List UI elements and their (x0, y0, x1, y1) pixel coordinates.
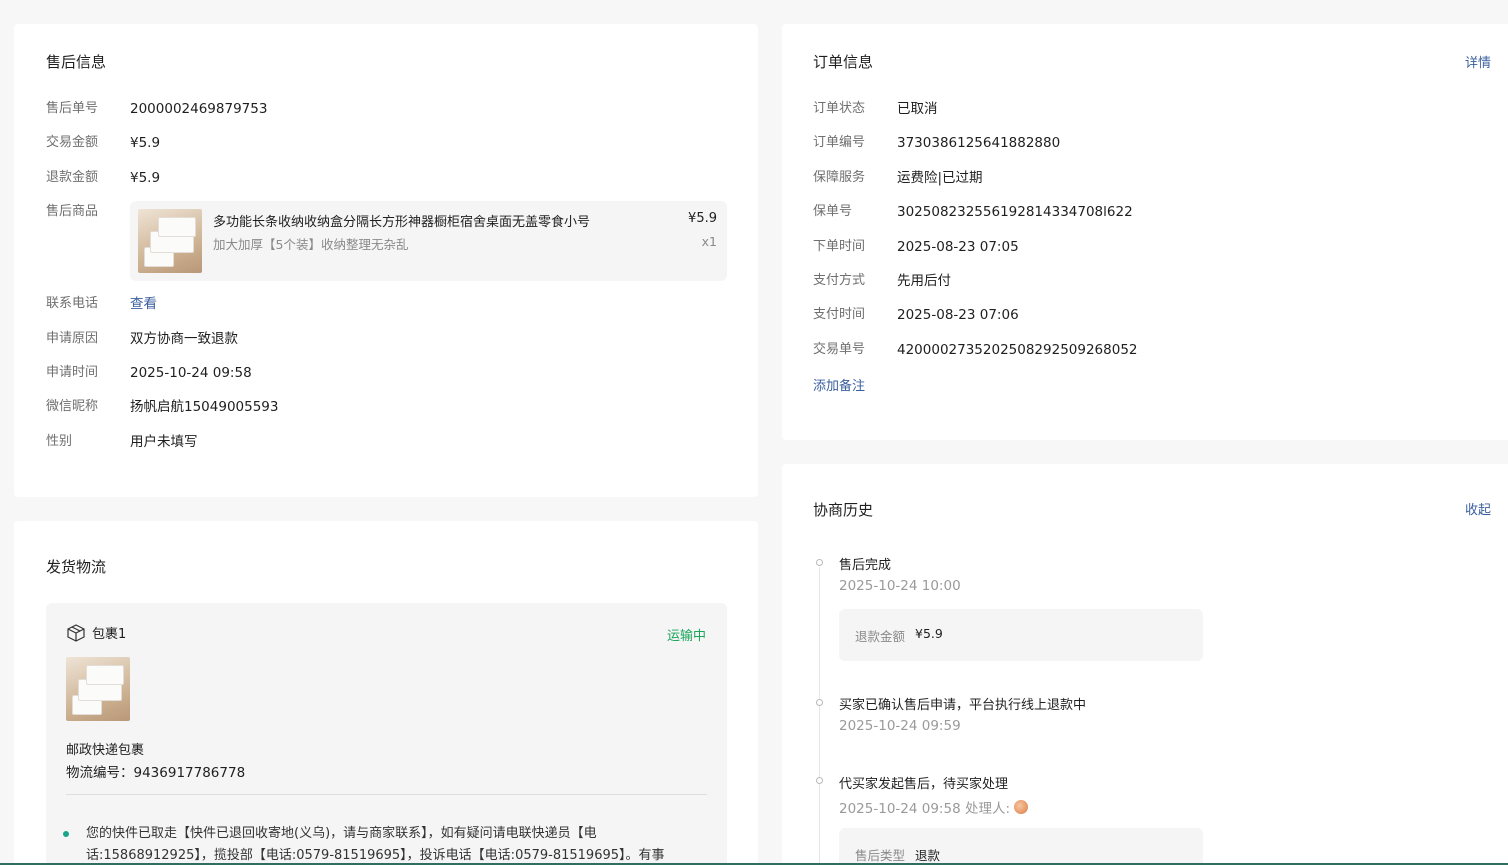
order-row-pay-method: 支付方式 先用后付 (813, 271, 951, 291)
handler-avatar (1014, 800, 1028, 814)
package-label: 包裹1 (92, 627, 127, 642)
tracking-event-text: 您的快件已取走【快件已退回收寄地(义乌)，请与商家联系】，如有疑问请电联快递员【… (86, 826, 665, 863)
row-label: 申请原因 (46, 331, 99, 346)
product-thumbnail (138, 209, 202, 273)
product-price: ¥5.9 (688, 211, 717, 226)
timeline-dot (816, 559, 823, 566)
order-status: 已取消 (897, 101, 938, 117)
payment-time: 2025-08-23 07:06 (897, 307, 1019, 323)
row-label: 售后商品 (46, 204, 99, 219)
protection-service: 运费险|已过期 (897, 170, 983, 186)
order-row-order-time: 下单时间 2025-08-23 07:05 (813, 237, 1019, 257)
after-sales-row-gender: 性别 用户未填写 (46, 432, 198, 452)
package-header: 包裹1 (66, 623, 126, 642)
apply-reason: 双方协商一致退款 (130, 331, 238, 347)
package-box-icon (66, 623, 86, 642)
package-product-thumbnail (66, 657, 130, 721)
detail-label: 退款金额 (855, 629, 906, 644)
detail-label: 售后类型 (855, 848, 906, 863)
row-label: 申请时间 (46, 365, 99, 380)
row-label: 支付时间 (813, 307, 866, 322)
after-sales-row-reason: 申请原因 双方协商一致退款 (46, 329, 238, 349)
history-event-detail: 退款金额 ¥5.9 (839, 609, 1203, 661)
timeline-line (819, 567, 820, 865)
after-sales-row-apply-time: 申请时间 2025-10-24 09:58 (46, 363, 252, 383)
after-sales-id: 2000002469879753 (130, 101, 268, 117)
after-sales-row-refund-amount: 退款金额 ¥5.9 (46, 168, 160, 188)
order-title: 订单信息 (813, 53, 874, 71)
detail-value: ¥5.9 (915, 626, 943, 641)
order-row-trade-id: 交易单号 4200002735202508292509268052 (813, 340, 1138, 360)
logistics-title: 发货物流 (46, 558, 107, 576)
history-title: 协商历史 (813, 501, 874, 519)
after-sales-title: 售后信息 (46, 53, 107, 71)
row-label: 保单号 (813, 204, 853, 219)
row-label: 支付方式 (813, 273, 866, 288)
row-label: 下单时间 (813, 239, 866, 254)
view-phone-link[interactable]: 查看 (130, 294, 157, 314)
order-row-pay-time: 支付时间 2025-08-23 07:06 (813, 305, 1019, 325)
after-sales-row-phone: 联系电话 查看 (46, 294, 157, 314)
history-event-title: 买家已确认售后申请，平台执行线上退款中 (839, 698, 1087, 713)
row-label: 交易单号 (813, 342, 866, 357)
row-label: 联系电话 (46, 296, 99, 311)
package-card: 包裹1 运输中 邮政快递包裹 物流编号：9436917786778 您的快件已取… (46, 603, 727, 865)
package-status: 运输中 (666, 629, 706, 644)
order-time: 2025-08-23 07:05 (897, 239, 1019, 255)
after-sales-row-trade-amount: 交易金额 ¥5.9 (46, 133, 160, 153)
product-name: 多功能长条收纳收纳盒分隔长方形神器橱柜宿舍桌面无盖零食小号 (213, 215, 591, 230)
tracking-event-dot (63, 831, 69, 837)
after-sales-row-wechat: 微信昵称 扬帆启航15049005593 (46, 397, 278, 417)
history-event-title: 售后完成 (839, 558, 892, 573)
order-row-id: 订单编号 3730386125641882880 (813, 133, 1060, 153)
row-label: 退款金额 (46, 170, 99, 185)
trade-amount: ¥5.9 (130, 135, 161, 151)
tracking-number: 物流编号：9436917786778 (66, 765, 246, 781)
product-qty: x1 (701, 234, 717, 249)
history-event-time: 2025-10-24 09:59 (839, 718, 961, 734)
add-note-link[interactable]: 添加备注 (813, 375, 865, 394)
row-label: 性别 (46, 434, 73, 449)
history-event-time: 2025-10-24 09:58 处理人: (839, 801, 1010, 817)
timeline-dot (816, 699, 823, 706)
after-sales-row-product: 售后商品 (46, 202, 130, 222)
after-sales-row-id: 售后单号 2000002469879753 (46, 99, 267, 119)
history-collapse-link[interactable]: 收起 (1465, 499, 1491, 518)
order-row-service: 保障服务 运费险|已过期 (813, 168, 983, 188)
product-spec: 加大加厚【5个装】收纳整理无杂乱 (213, 237, 409, 252)
history-event-detail: 售后类型 退款 (839, 828, 1203, 865)
refund-amount: ¥5.9 (130, 170, 161, 186)
gender: 用户未填写 (130, 434, 198, 450)
trade-id: 4200002735202508292509268052 (897, 342, 1138, 358)
row-label: 微信昵称 (46, 399, 99, 414)
courier-name: 邮政快递包裹 (66, 743, 145, 758)
detail-value: 退款 (915, 848, 941, 863)
order-id: 3730386125641882880 (897, 135, 1061, 151)
row-label: 保障服务 (813, 170, 866, 185)
order-row-status: 订单状态 已取消 (813, 99, 938, 119)
after-sales-product-card[interactable]: 多功能长条收纳收纳盒分隔长方形神器橱柜宿舍桌面无盖零食小号 加大加厚【5个装】收… (130, 201, 727, 281)
history-event-time-row: 2025-10-24 09:58 处理人: (839, 797, 1028, 817)
divider (66, 794, 707, 795)
row-label: 订单编号 (813, 135, 866, 150)
wechat-nickname: 扬帆启航15049005593 (130, 399, 279, 415)
payment-method: 先用后付 (897, 273, 951, 289)
order-detail-link[interactable]: 详情 (1465, 52, 1491, 71)
order-row-policy: 保单号 302508232556192814334708l622 (813, 202, 1133, 222)
history-event-time: 2025-10-24 10:00 (839, 578, 961, 594)
history-event-title: 代买家发起售后，待买家处理 (839, 777, 1009, 792)
row-label: 订单状态 (813, 101, 866, 116)
policy-number: 302508232556192814334708l622 (897, 204, 1133, 220)
order-card: 订单信息 (782, 24, 1508, 440)
apply-time: 2025-10-24 09:58 (130, 365, 252, 381)
row-label: 售后单号 (46, 101, 99, 116)
row-label: 交易金额 (46, 135, 99, 150)
timeline-dot (816, 777, 823, 784)
